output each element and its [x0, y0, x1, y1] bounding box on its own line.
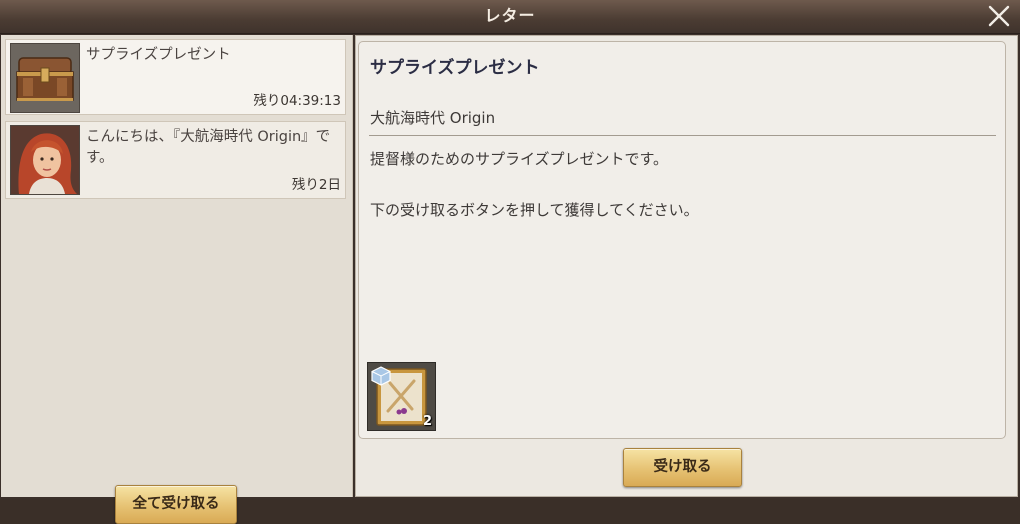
- mail-item[interactable]: こんにちは、『大航海時代 Origin』です。 残り2日: [5, 121, 346, 199]
- mail-subject: こんにちは、『大航海時代 Origin』です。: [86, 129, 331, 166]
- mail-content-card: サプライズプレゼント 大航海時代 Origin 提督様のためのサプライズプレゼン…: [358, 41, 1006, 439]
- letter-window: レター サプライズプレゼント 残り04:39:13 こんにちは、『大航海時代 O…: [0, 0, 1020, 524]
- window-title: レター: [484, 6, 536, 25]
- mail-remaining-time: 残り04:39:13: [253, 93, 341, 109]
- mail-body-line: 提督様のためのサプライズプレゼントです。: [370, 150, 669, 168]
- mail-sender: 大航海時代 Origin: [370, 109, 496, 127]
- mail-title: サプライズプレゼント: [370, 58, 540, 78]
- reward-count: 2: [422, 414, 432, 429]
- character-portrait: [10, 125, 80, 195]
- reward-item[interactable]: 2: [367, 362, 436, 431]
- mail-list-panel: サプライズプレゼント 残り04:39:13 こんにちは、『大航海時代 Origi…: [1, 35, 353, 524]
- divider: [369, 135, 996, 136]
- title-bar: レター: [0, 0, 1020, 34]
- close-icon: [988, 5, 1010, 27]
- cube-icon: [371, 366, 391, 386]
- close-button[interactable]: [986, 3, 1012, 29]
- mail-body-line: 下の受け取るボタンを押して獲得してください。: [370, 201, 699, 219]
- treasure-chest-icon: [10, 43, 80, 113]
- claim-button[interactable]: 受け取る: [623, 448, 742, 487]
- mail-remaining-time: 残り2日: [291, 177, 341, 193]
- mail-item[interactable]: サプライズプレゼント 残り04:39:13: [5, 39, 346, 115]
- claim-all-button[interactable]: 全て受け取る: [115, 485, 237, 524]
- mail-subject: サプライズプレゼント: [86, 47, 231, 63]
